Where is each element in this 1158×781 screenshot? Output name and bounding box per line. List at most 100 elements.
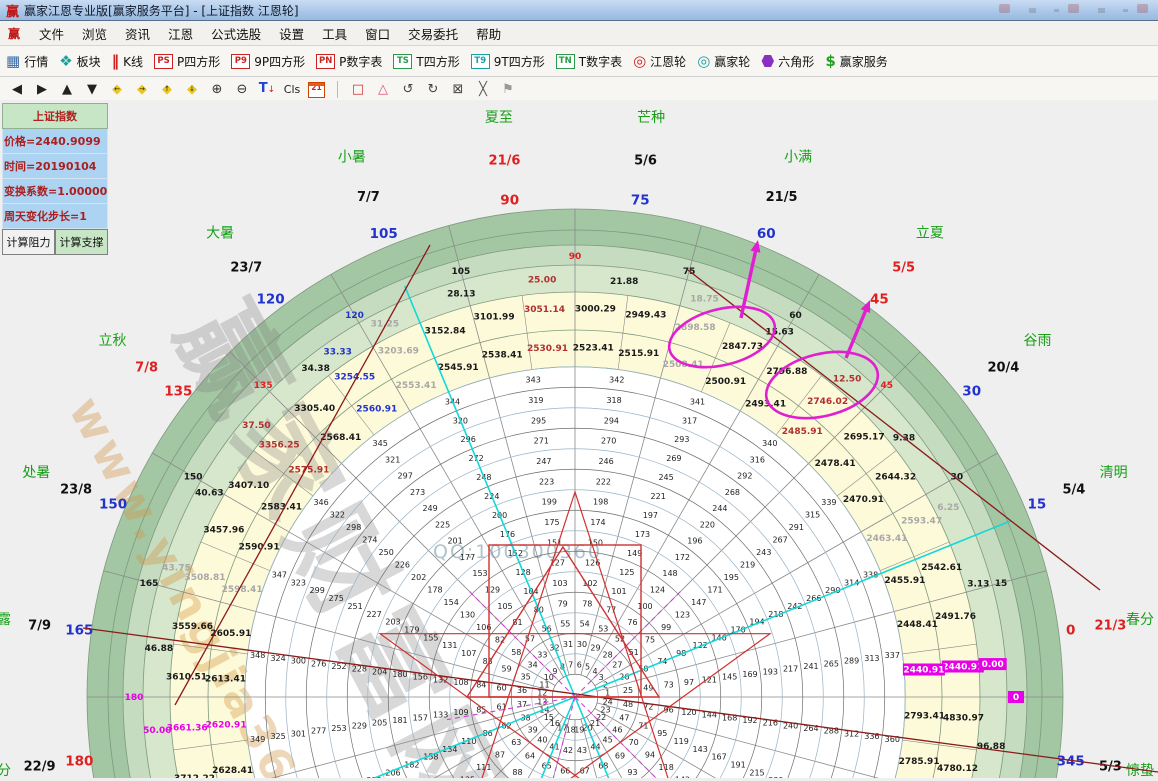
inner-price-label: 2500.91 — [705, 377, 746, 387]
cross-tool-button[interactable]: ╳ — [474, 81, 492, 99]
menu-item-settings[interactable]: 设置 — [270, 22, 313, 45]
solar-term-name: 谷雨 — [1024, 333, 1052, 349]
hexagon-icon — [761, 55, 774, 68]
spiral-number: 271 — [534, 437, 549, 446]
spiral-number: 195 — [724, 573, 739, 582]
spiral-number: 103 — [552, 579, 567, 588]
toolbar-button-9t-square[interactable]: T99T四方形 — [471, 53, 545, 70]
cls-tool-button[interactable]: Cls — [283, 81, 301, 99]
outer-degree-label: 165 — [65, 623, 93, 639]
toolbar-button-t-number-table[interactable]: TNT数字表 — [556, 53, 622, 70]
spiral-number: 73 — [664, 681, 674, 690]
spiral-number: 202 — [411, 573, 426, 582]
spiral-number: 93 — [627, 768, 637, 777]
spiral-number: 274 — [362, 536, 377, 545]
toolbar-button-p-number-table[interactable]: PNP数字表 — [316, 53, 382, 70]
9p-square-icon: P9 — [231, 54, 250, 69]
spiral-number: 199 — [542, 498, 557, 507]
toolbar-button-quotes[interactable]: ▦行情 — [6, 53, 48, 70]
spiral-number: 325 — [270, 732, 285, 741]
triangle-tool-button[interactable]: △ — [374, 81, 392, 99]
toolbar-button-hexagon[interactable]: 六角形 — [761, 53, 814, 70]
rotate-ccw-tool-button[interactable]: ↺ — [399, 81, 417, 99]
menu-item-browse[interactable]: 浏览 — [73, 22, 116, 45]
diamond-arrow-icon: → — [139, 80, 145, 98]
outer-price-label: 2796.88 — [766, 367, 807, 377]
rect-tool-button[interactable]: □ — [349, 81, 367, 99]
calendar-tool-button[interactable]: 21 — [308, 82, 326, 98]
toolbar-button-9p-square[interactable]: P99P四方形 — [231, 53, 305, 70]
kline-icon: ‖ — [112, 54, 120, 69]
outer-degree-label: 90 — [500, 192, 519, 208]
spiral-number: 29 — [590, 644, 600, 653]
menu-item-trade-entrust[interactable]: 交易委托 — [399, 22, 467, 45]
toolbar-button-label: P四方形 — [177, 53, 220, 70]
spiral-number: 49 — [643, 683, 653, 692]
spiral-number: 173 — [635, 530, 650, 539]
menu-item-gann[interactable]: 江恩 — [159, 22, 202, 45]
outer-price-label: 2695.17 — [844, 433, 885, 443]
outer-price-label: 3407.10 — [228, 481, 269, 491]
nav-next-button[interactable]: ▶ — [33, 81, 51, 99]
toolbar-button-p-square[interactable]: PSP四方形 — [154, 53, 220, 70]
inner-price-label: 2628.41 — [212, 766, 253, 776]
flag-tool-button[interactable]: ⚑ — [499, 81, 517, 99]
sort-tool-button[interactable]: T↓ — [258, 80, 276, 99]
degree-label: 60 — [789, 311, 802, 321]
inner-price-label: 2583.41 — [261, 502, 302, 512]
spiral-number: 101 — [611, 587, 626, 596]
spiral-number: 322 — [330, 511, 345, 520]
spiral-number: 47 — [619, 714, 629, 723]
outer-price-label: 2949.43 — [625, 311, 666, 321]
spiral-number: 317 — [682, 416, 697, 425]
toolbar-button-winner-wheel[interactable]: ◎ 赢家轮 — [697, 53, 750, 70]
toolbar-button-label: 9T四方形 — [494, 53, 545, 70]
zoom-out-button[interactable]: ⊖ — [233, 81, 251, 99]
diamond-arrow-icon: ← — [114, 80, 120, 98]
gann-wheel-chart[interactable]: 赢家财富网www.yingjia360.comQQ:10030036012345… — [0, 100, 1158, 778]
spiral-number: 99 — [661, 623, 671, 632]
spiral-number: 193 — [763, 667, 778, 676]
spiral-number: 97 — [684, 678, 694, 687]
spiral-number: 53 — [598, 625, 608, 634]
rotate-cw-tool-button[interactable]: ↻ — [424, 81, 442, 99]
toolbar-button-label: K线 — [123, 53, 143, 70]
menu-item-help[interactable]: 帮助 — [467, 22, 510, 45]
scale-up-button[interactable]: ▲ — [58, 81, 76, 99]
toolbar-button-label: 赢家轮 — [714, 53, 750, 70]
calc-resistance-button[interactable]: 计算阻力 — [2, 229, 55, 255]
gann-wheel-canvas[interactable]: 赢家财富网www.yingjia360.comQQ:10030036012345… — [0, 100, 1158, 778]
scale-down-button[interactable]: ▼ — [83, 81, 101, 99]
menu-item-window[interactable]: 窗口 — [356, 22, 399, 45]
move-down-button[interactable]: ◆↓ — [183, 81, 201, 99]
toolbar-button-kline[interactable]: ‖K线 — [112, 53, 143, 70]
region-tool-button[interactable]: ⊠ — [449, 81, 467, 99]
outer-degree-label: 135 — [164, 384, 192, 400]
outer-degree-label: 30 — [962, 384, 981, 400]
toolbar-button-winner-service[interactable]: $赢家服务 — [825, 53, 887, 70]
spiral-number: 169 — [742, 670, 757, 679]
solar-term-name: 芒种 — [637, 110, 665, 126]
toolbar-button-gann-wheel[interactable]: ◎江恩轮 — [633, 53, 686, 70]
calc-support-button[interactable]: 计算支撑 — [55, 229, 108, 255]
menu-item-formula-stock-picking[interactable]: 公式选股 — [202, 22, 270, 45]
move-left-button[interactable]: ◆← — [108, 81, 126, 99]
spiral-number: 7 — [568, 660, 573, 669]
winner-wheel-icon: ◎ — [697, 54, 710, 69]
move-up-button[interactable]: ◆↑ — [158, 81, 176, 99]
solar-term-name: 小暑 — [338, 149, 366, 165]
menu-item-tools[interactable]: 工具 — [313, 22, 356, 45]
spiral-number: 342 — [609, 376, 624, 385]
menu-bar: 赢 文件浏览资讯江恩公式选股设置工具窗口交易委托帮助 — [0, 21, 1158, 46]
move-right-button[interactable]: ◆→ — [133, 81, 151, 99]
spiral-number: 171 — [707, 586, 722, 595]
zoom-in-button[interactable]: ⊕ — [208, 81, 226, 99]
nav-prev-button[interactable]: ◀ — [8, 81, 26, 99]
spiral-number: 275 — [329, 594, 344, 603]
toolbar-button-sectors[interactable]: ❖板块 — [59, 53, 100, 70]
menu-item-news[interactable]: 资讯 — [116, 22, 159, 45]
toolbar-button-t-square[interactable]: TST四方形 — [393, 53, 459, 70]
spiral-number: 178 — [427, 586, 442, 595]
menu-item-file[interactable]: 文件 — [30, 22, 73, 45]
degree-label: 30 — [951, 473, 964, 483]
